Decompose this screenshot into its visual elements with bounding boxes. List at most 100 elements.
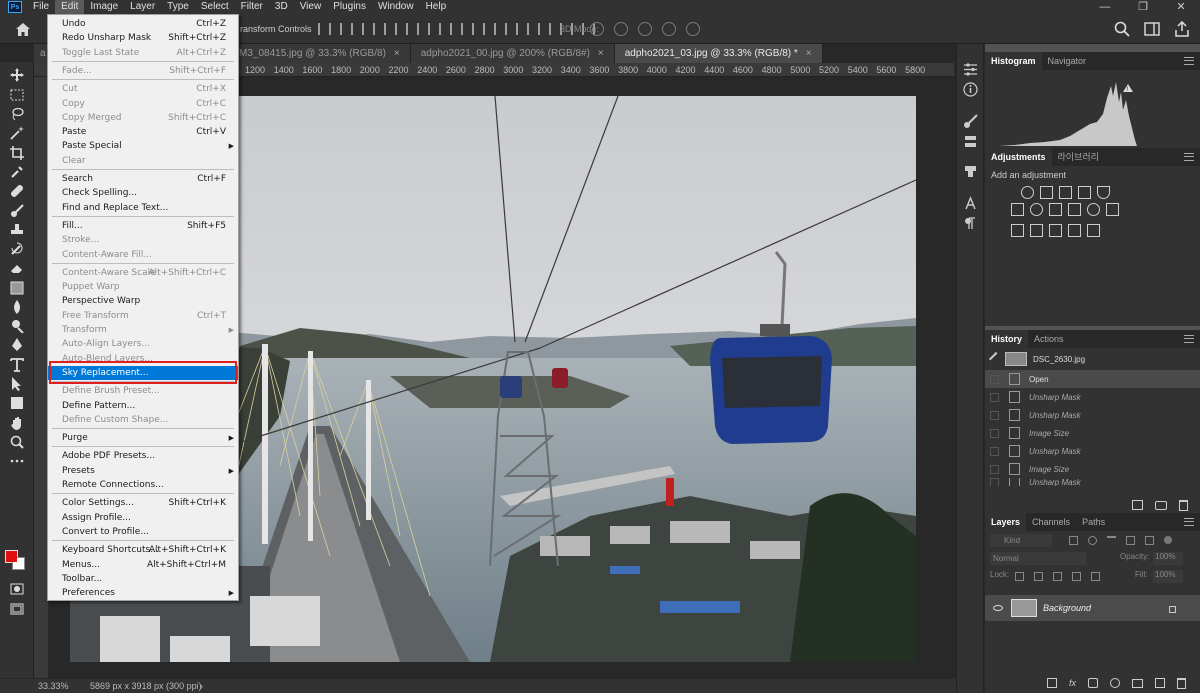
menu-item-search[interactable]: Search Ctrl+F — [48, 172, 238, 186]
menu-item-fade[interactable]: Fade... Shift+Ctrl+F — [48, 64, 238, 78]
menu-item-sky-replacement[interactable]: Sky Replacement... — [48, 365, 238, 380]
menu-item-keyboard-shortcuts[interactable]: Keyboard Shortcuts... Alt+Shift+Ctrl+K — [48, 543, 238, 557]
threshold-icon[interactable] — [1049, 224, 1062, 237]
menu-item-auto-align-layers[interactable]: Auto-Align Layers... — [48, 337, 238, 351]
align-icon[interactable] — [450, 23, 463, 35]
menu-item-assign-profile[interactable]: Assign Profile... — [48, 511, 238, 525]
history-state[interactable]: Image Size — [985, 460, 1200, 478]
menu-item-cut[interactable]: Cut Ctrl+X — [48, 82, 238, 96]
menu-item-undo[interactable]: Undo Ctrl+Z — [48, 17, 238, 31]
menu-item-stroke[interactable]: Stroke... — [48, 233, 238, 247]
levels-icon[interactable] — [1040, 186, 1053, 199]
properties-icon[interactable] — [963, 62, 978, 77]
align-icon[interactable] — [472, 23, 485, 35]
menu-item-toggle-last-state[interactable]: Toggle Last State Alt+Ctrl+Z — [48, 46, 238, 60]
align-icon[interactable] — [362, 23, 375, 35]
history-checkbox[interactable] — [990, 392, 999, 402]
scale-icon[interactable] — [686, 22, 700, 36]
eyedropper-icon[interactable] — [10, 165, 24, 179]
healing-brush-icon[interactable] — [10, 184, 24, 198]
panel-menu-icon[interactable] — [1184, 335, 1194, 343]
menu-item-menus[interactable]: Menus... Alt+Shift+Ctrl+M — [48, 558, 238, 572]
history-snapshot[interactable]: DSC_2630.jpg — [985, 348, 1200, 370]
clone-source-icon[interactable] — [963, 134, 978, 149]
history-checkbox[interactable] — [990, 410, 999, 420]
curves-icon[interactable] — [1059, 186, 1072, 199]
pen-tool-icon[interactable] — [10, 338, 24, 352]
dodge-tool-icon[interactable] — [10, 319, 24, 333]
new-layer-icon[interactable] — [1155, 678, 1165, 688]
marquee-tool-icon[interactable] — [10, 88, 24, 102]
menu-item-adobe-pdf-presets[interactable]: Adobe PDF Presets... — [48, 449, 238, 463]
menu-item-check-spelling[interactable]: Check Spelling... — [48, 186, 238, 200]
history-state[interactable]: Unsharp Mask — [985, 406, 1200, 424]
menu-item-define-custom-shape[interactable]: Define Custom Shape... — [48, 413, 238, 427]
type-tool-icon[interactable] — [10, 358, 24, 372]
menu-item-auto-blend-layers[interactable]: Auto-Blend Layers... — [48, 352, 238, 366]
menu-item-perspective-warp[interactable]: Perspective Warp — [48, 294, 238, 308]
close-tab-icon[interactable]: × — [598, 48, 604, 59]
search-icon[interactable] — [1114, 21, 1130, 37]
delete-layer-icon[interactable] — [1177, 677, 1186, 689]
delete-state-icon[interactable] — [1179, 499, 1188, 511]
tab-paths[interactable]: Paths — [1076, 513, 1111, 531]
panel-menu-icon[interactable] — [1184, 57, 1194, 65]
blur-tool-icon[interactable] — [10, 300, 24, 314]
status-menu-arrow[interactable]: › — [200, 681, 203, 691]
history-checkbox[interactable] — [990, 478, 999, 486]
info-icon[interactable] — [963, 82, 978, 97]
align-icon[interactable] — [428, 23, 441, 35]
menu-help[interactable]: Help — [420, 0, 453, 14]
menu-item-define-pattern[interactable]: Define Pattern... — [48, 399, 238, 413]
lock-all-icon[interactable] — [1091, 572, 1100, 581]
menu-item-preferences[interactable]: Preferences ▶ — [48, 586, 238, 600]
brush-settings-icon[interactable] — [963, 114, 978, 129]
tab-history[interactable]: History — [985, 330, 1029, 348]
menu-file[interactable]: File — [27, 0, 55, 14]
blend-mode-select[interactable]: Normal — [990, 552, 1086, 565]
tab-document-active[interactable]: adpho2021_03.jpg @ 33.3% (RGB/8) * × — [614, 44, 823, 63]
exposure-icon[interactable] — [1078, 186, 1091, 199]
gradient-icon[interactable] — [10, 281, 24, 295]
color-lookup-icon[interactable] — [1106, 203, 1119, 216]
lock-transparent-icon[interactable] — [1015, 572, 1024, 581]
visibility-eye-icon[interactable] — [993, 605, 1003, 611]
align-icon[interactable] — [516, 23, 529, 35]
black-white-icon[interactable] — [1049, 203, 1062, 216]
magic-wand-icon[interactable] — [10, 126, 24, 140]
screen-mode-icon[interactable] — [10, 602, 24, 616]
history-brush-icon[interactable] — [10, 242, 24, 256]
more-tools-icon[interactable] — [10, 454, 24, 468]
close-window-button[interactable]: ✕ — [1162, 0, 1200, 14]
hue-saturation-icon[interactable] — [1011, 203, 1024, 216]
menu-edit[interactable]: Edit — [55, 0, 85, 14]
brush-tool-icon[interactable] — [10, 204, 24, 218]
clone-stamp-icon[interactable] — [10, 223, 24, 237]
zoom-level[interactable]: 33.33% — [38, 681, 69, 691]
menu-item-remote-connections[interactable]: Remote Connections... — [48, 478, 238, 492]
history-checkbox[interactable] — [990, 464, 999, 474]
filter-pixel-icon[interactable] — [1069, 536, 1078, 545]
menu-view[interactable]: View — [294, 0, 328, 14]
align-icon[interactable] — [406, 23, 419, 35]
layer-row-background[interactable]: Background — [985, 595, 1200, 621]
menu-item-copy[interactable]: Copy Ctrl+C — [48, 97, 238, 111]
pan-icon[interactable] — [638, 22, 652, 36]
menu-window[interactable]: Window — [372, 0, 420, 14]
align-icon[interactable] — [384, 23, 397, 35]
history-state[interactable]: Unsharp Mask — [985, 388, 1200, 406]
menu-item-fill[interactable]: Fill... Shift+F5 — [48, 219, 238, 233]
adjustment-layer-icon[interactable] — [1110, 678, 1120, 688]
crop-tool-icon[interactable] — [10, 146, 24, 160]
new-document-from-state-icon[interactable] — [1132, 500, 1143, 510]
menu-item-toolbar[interactable]: Toolbar... — [48, 572, 238, 586]
orbit-icon[interactable] — [590, 22, 604, 36]
path-selection-icon[interactable] — [10, 377, 24, 391]
tab-actions[interactable]: Actions — [1028, 330, 1070, 348]
quick-mask-icon[interactable] — [10, 582, 24, 596]
lock-image-icon[interactable] — [1034, 572, 1043, 581]
history-checkbox[interactable] — [990, 374, 999, 384]
close-tab-icon[interactable]: × — [806, 48, 812, 59]
layer-name[interactable]: Background — [1043, 603, 1091, 613]
tab-adjustments[interactable]: Adjustments — [985, 148, 1052, 166]
